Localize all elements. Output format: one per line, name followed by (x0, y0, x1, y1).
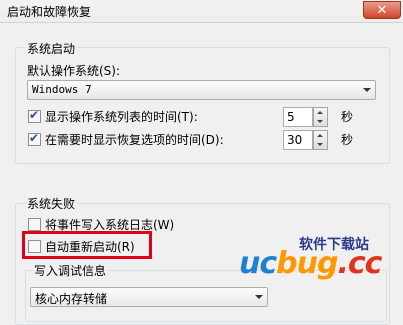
title-bar: 启动和故障恢复 ✕ (0, 0, 403, 23)
show-recovery-label: 在需要时显示恢复选项的时间(D): (45, 133, 224, 147)
watermark-wordmark: ucbug.cc (239, 246, 382, 281)
debug-info-select[interactable]: 核心内存转储 (30, 287, 268, 307)
show-recovery-time-input[interactable]: 30 (283, 130, 313, 150)
watermark-logo: 软件下载站 ucbug.cc (239, 230, 399, 300)
system-failure-label: 系统失败 (25, 195, 78, 212)
window-title: 启动和故障恢复 (7, 5, 92, 19)
show-os-list-time-input[interactable]: 5 (283, 107, 313, 127)
show-recovery-spinner[interactable] (313, 130, 328, 150)
highlight-box (22, 231, 152, 259)
default-os-value: Windows 7 (32, 83, 92, 96)
default-os-select[interactable]: Windows 7 (27, 80, 376, 100)
show-recovery-unit: 秒 (341, 133, 354, 147)
spin-down-icon[interactable] (317, 143, 323, 146)
write-event-log-checkbox[interactable] (28, 218, 41, 231)
show-recovery-time-value: 30 (287, 133, 303, 147)
checkmark-icon: ✔ (29, 108, 40, 122)
show-os-list-label: 显示操作系统列表的时间(T): (45, 110, 198, 124)
close-button[interactable]: ✕ (363, 1, 401, 19)
show-os-list-checkbox[interactable]: ✔ (28, 108, 41, 123)
show-recovery-checkbox[interactable]: ✔ (28, 131, 41, 146)
show-os-list-time-value: 5 (287, 110, 295, 124)
spin-down-icon[interactable] (317, 120, 323, 123)
show-os-list-unit: 秒 (341, 110, 354, 124)
debug-info-label: 写入调试信息 (32, 262, 109, 279)
debug-info-value: 核心内存转储 (35, 292, 108, 306)
default-os-label: 默认操作系统(S): (27, 64, 121, 78)
close-icon: ✕ (376, 3, 388, 18)
show-os-list-spinner[interactable] (313, 107, 328, 127)
spin-up-icon[interactable] (317, 111, 323, 114)
chevron-down-icon (363, 88, 371, 92)
spin-up-icon[interactable] (317, 134, 323, 137)
checkmark-icon: ✔ (29, 131, 40, 145)
system-startup-label: 系统启动 (25, 40, 78, 57)
